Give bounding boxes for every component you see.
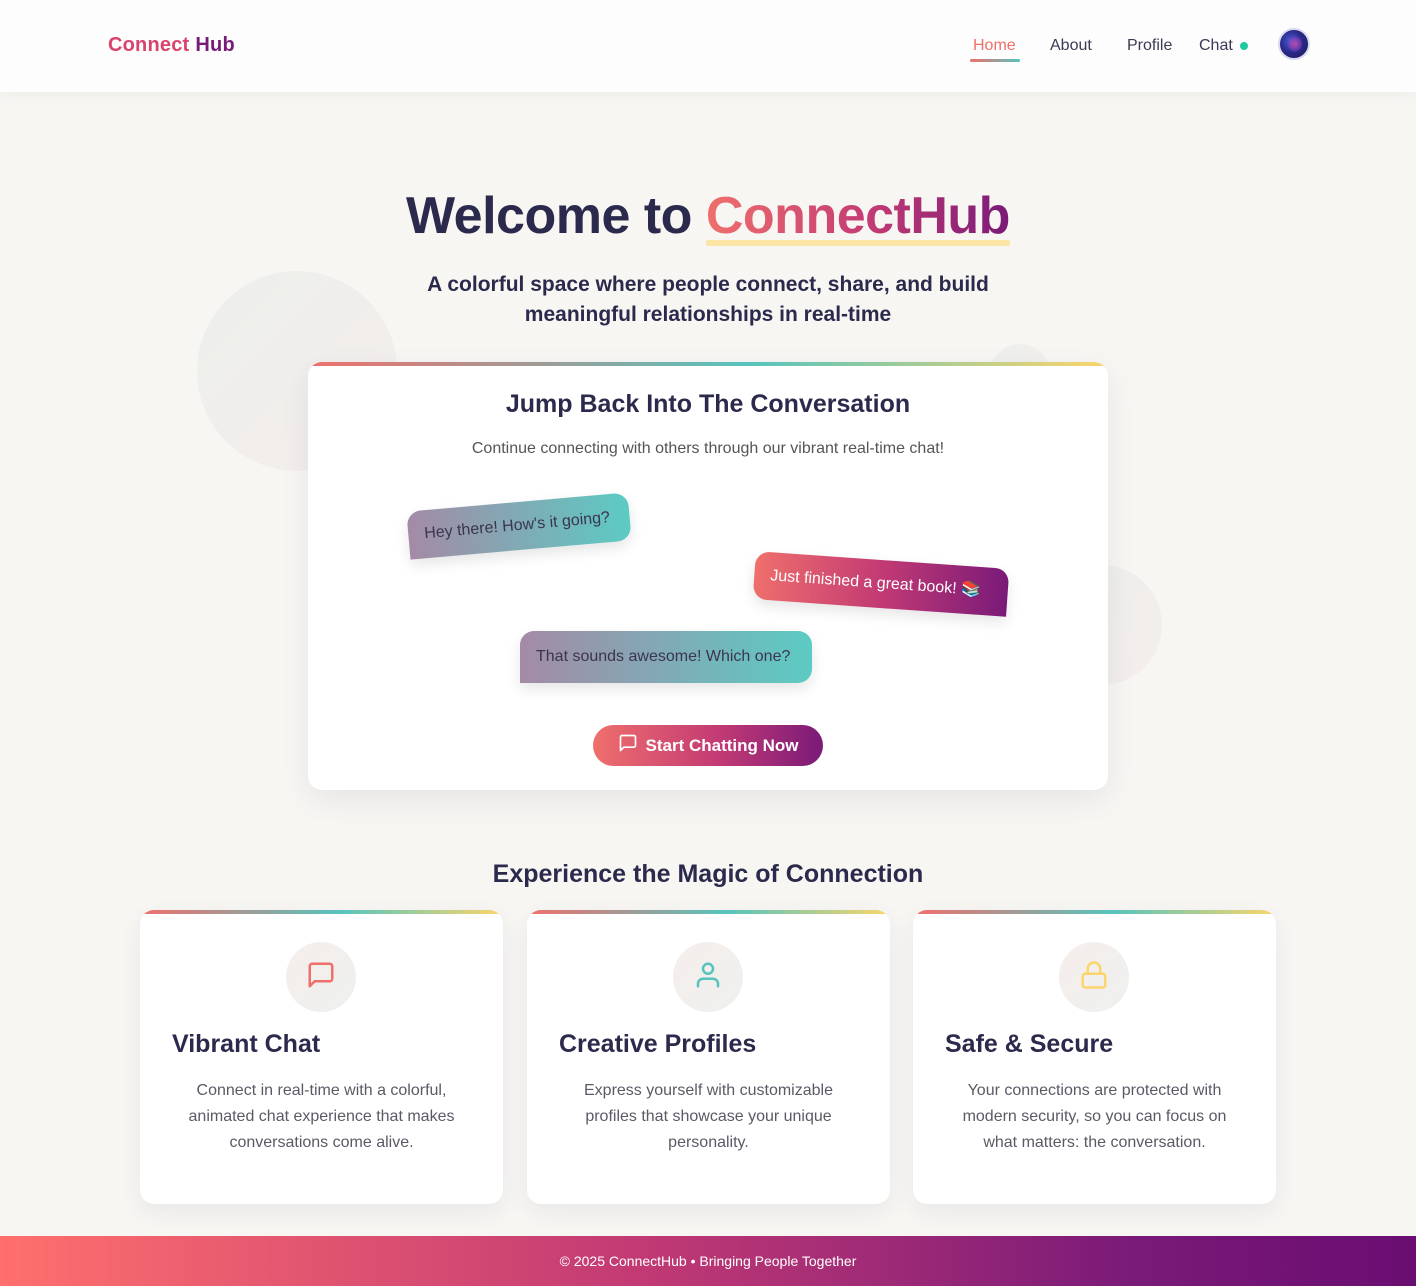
nav-about[interactable]: About xyxy=(1050,37,1092,55)
nav-home[interactable]: Home xyxy=(973,37,1016,55)
feature-name: Safe & Secure xyxy=(945,1030,1114,1058)
nav-active-indicator xyxy=(970,59,1020,62)
card-gradient-bar xyxy=(140,910,503,914)
footer-text: © 2025 ConnectHub • Bringing People Toge… xyxy=(559,1253,857,1269)
lock-icon xyxy=(1079,960,1109,995)
card-gradient-bar xyxy=(527,910,890,914)
chat-bubble-incoming: Hey there! How's it going? xyxy=(406,492,632,560)
feature-name: Creative Profiles xyxy=(559,1030,757,1058)
feature-card-creative-profiles: Creative Profiles Express yourself with … xyxy=(527,910,890,1204)
hero-subtitle: A colorful space where people connect, s… xyxy=(427,273,989,326)
user-icon xyxy=(693,960,723,995)
nav-chat[interactable]: Chat xyxy=(1199,37,1233,55)
hero-title-brand: ConnectHub xyxy=(705,187,1010,246)
start-chatting-button[interactable]: Start Chatting Now xyxy=(593,725,823,766)
card-gradient-bar xyxy=(308,362,1108,366)
start-chatting-label: Start Chatting Now xyxy=(645,735,799,755)
user-avatar[interactable] xyxy=(1278,28,1310,60)
chat-bubble-incoming: That sounds awesome! Which one? xyxy=(520,631,812,683)
card-gradient-bar xyxy=(913,910,1276,914)
chat-bubble-outgoing: Just finished a great book! 📚 xyxy=(752,551,1010,617)
nav-profile[interactable]: Profile xyxy=(1127,37,1172,55)
message-square-icon xyxy=(618,733,638,758)
feature-icon-circle xyxy=(1059,942,1129,1012)
online-status-dot xyxy=(1240,42,1248,50)
feature-icon-circle xyxy=(286,942,356,1012)
logo-part-connect: Connect xyxy=(108,34,190,56)
feature-description: Connect in real-time with a colorful, an… xyxy=(188,1082,455,1151)
footer: © 2025 ConnectHub • Bringing People Toge… xyxy=(0,1236,1416,1286)
features-title: Experience the Magic of Connection xyxy=(492,860,924,888)
hero-title-prefix: Welcome to xyxy=(406,187,692,245)
hero-title: Welcome to ConnectHub xyxy=(0,186,1416,246)
conversation-title: Jump Back Into The Conversation xyxy=(505,390,911,418)
navbar: Connect Hub Home About Profile Chat xyxy=(0,0,1416,92)
logo[interactable]: Connect Hub xyxy=(108,34,235,57)
feature-description: Express yourself with customizable profi… xyxy=(584,1082,833,1151)
feature-description: Your connections are protected with mode… xyxy=(962,1082,1227,1151)
logo-part-hub: Hub xyxy=(195,34,235,56)
feature-name: Vibrant Chat xyxy=(172,1030,321,1058)
feature-card-safe-secure: Safe & Secure Your connections are prote… xyxy=(913,910,1276,1204)
message-square-icon xyxy=(306,960,336,995)
conversation-subtitle: Continue connecting with others through … xyxy=(471,440,945,457)
feature-card-vibrant-chat: Vibrant Chat Connect in real-time with a… xyxy=(140,910,503,1204)
feature-icon-circle xyxy=(673,942,743,1012)
conversation-card: Jump Back Into The Conversation Continue… xyxy=(308,362,1108,790)
